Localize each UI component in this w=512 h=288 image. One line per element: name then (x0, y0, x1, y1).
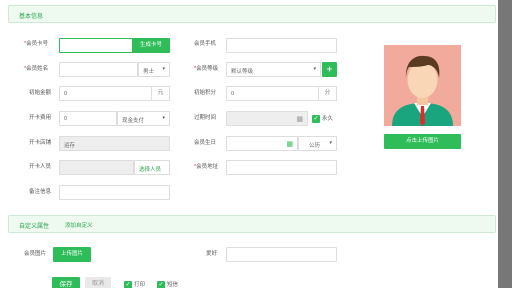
birthday-input[interactable]: ▦ (226, 136, 298, 151)
init-points-label: 初始积分 (194, 90, 217, 96)
add-level-button[interactable]: + (322, 62, 337, 77)
person-avatar-icon (392, 55, 453, 126)
init-amount-input[interactable]: 0 (59, 86, 152, 101)
open-store-label: 开卡店铺 (29, 140, 52, 146)
phone-input[interactable] (226, 38, 337, 53)
birthday-label: 会员生日 (194, 140, 217, 146)
save-button[interactable]: 保存 (52, 277, 80, 288)
chevron-down-icon: ▾ (162, 66, 165, 72)
cancel-button[interactable]: 取消 (85, 277, 111, 288)
open-staff-label: 开卡人员 (29, 164, 52, 170)
address-input[interactable] (226, 160, 337, 175)
section-basic-header: 基本信息 (8, 5, 496, 23)
upload-image-button[interactable]: 上传图片 (53, 247, 91, 262)
gender-select[interactable]: 男士 ▾ (138, 62, 170, 77)
chevron-down-icon: ▾ (162, 115, 165, 121)
card-no-label: *会员卡号 (24, 41, 49, 47)
calendar-type-select[interactable]: 公历 ▾ (298, 136, 337, 151)
calendar-icon: ▦ (286, 141, 293, 148)
init-points-input[interactable]: 0 (226, 86, 319, 101)
member-pic-label: 会员图片 (24, 251, 47, 257)
print-checkbox[interactable]: ✓ (124, 281, 132, 288)
name-label: *会员姓名 (24, 66, 49, 72)
section-basic-title: 基本信息 (19, 14, 44, 20)
section-custom-title: 自定义属性 (19, 224, 50, 230)
level-label: *会员等级 (194, 66, 219, 72)
chevron-down-icon: ▾ (329, 140, 332, 146)
init-amount-label: 初始金额 (29, 90, 52, 96)
sms-label: 短信 (167, 282, 179, 288)
upload-avatar-button[interactable]: 点击上传图片 (384, 134, 461, 149)
level-select[interactable]: 默认等级 ▾ (226, 62, 321, 77)
phone-label: 会员手机 (194, 41, 217, 47)
add-custom-link[interactable]: 添加自定义 (65, 221, 93, 229)
hobby-label: 爱好 (206, 251, 218, 257)
sms-checkbox[interactable]: ✓ (157, 281, 165, 288)
section-custom-header: 自定义属性 添加自定义 (8, 215, 496, 233)
expire-label: 过期时间 (194, 115, 217, 121)
expire-input[interactable]: ▦ (226, 111, 308, 126)
avatar (384, 45, 461, 126)
select-staff-button[interactable]: 选择人员 (134, 160, 170, 175)
open-fee-label: 开卡费用 (29, 115, 52, 121)
hobby-input[interactable] (226, 247, 337, 262)
gender-value: 男士 (143, 69, 155, 75)
address-label: *会员地址 (194, 164, 219, 170)
pay-method-select[interactable]: 现金支付 ▾ (117, 111, 170, 126)
forever-checkbox[interactable]: ✓ (312, 115, 320, 123)
card-no-input[interactable] (59, 38, 133, 53)
open-fee-input[interactable]: 0 (59, 111, 117, 126)
open-store-input: 运存 (59, 136, 170, 151)
modal-overlay-edge (498, 0, 512, 288)
open-staff-input (59, 160, 134, 175)
name-input[interactable] (59, 62, 138, 77)
print-label: 打印 (134, 282, 146, 288)
chevron-down-icon: ▾ (313, 66, 316, 72)
calendar-icon: ▦ (296, 116, 303, 123)
points-unit: 分 (319, 86, 337, 101)
remark-label: 备注信息 (29, 189, 52, 195)
forever-label: 永久 (322, 116, 334, 122)
generate-card-button[interactable]: 生成卡号 (132, 38, 170, 53)
remark-input[interactable] (59, 185, 170, 200)
level-value: 默认等级 (231, 69, 254, 75)
yuan-unit: 元 (152, 86, 170, 101)
